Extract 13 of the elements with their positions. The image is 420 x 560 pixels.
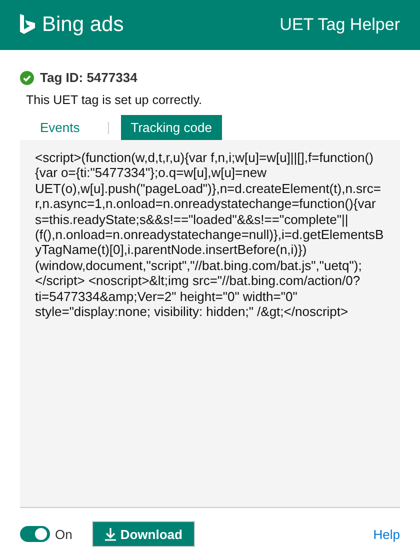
tab[interactable]: Tracking code [120, 115, 222, 140]
download-button[interactable]: Download [92, 521, 196, 547]
tag-id: Tag ID: 5477334 [40, 70, 138, 85]
bing-logo-icon [20, 14, 36, 36]
tab[interactable]: Events [30, 115, 90, 140]
help-link[interactable]: Help [373, 526, 400, 542]
logo-text: Bing ads [42, 13, 124, 37]
status-message: This UET tag is set up correctly. [26, 93, 203, 107]
toggle-label: On [55, 526, 72, 542]
tracking-code: <script>(function(w,d,t,r,u){var f,n,i;w[u]=w[u]||[],f=function(){var o={ti:"5477334"};o.q=w[u],w[u]=new UET(o),w[u].push("pageLoad")},n=d.createElement(t),n.src=r,n.async=1,n.onload=n.onreadystatechange=function(){var s=this.readyState;s&&s!=="loaded"&&s!=="complete"||(f(),n.onload=n.onreadystatechange=null)},i=d.getElementsByTagName(t)[0],i.parentNode.insertBefore(n,i)})(window,document,"script","//bat.bing.com/bat.js","uetq");</script> <noscript>&lt;img src="//bat.bing.com/action/0?ti=5477334&amp;Ver=2" height="0" width="0" style="display:none; visibility: hidden;" /&gt;</noscript> [20, 140, 400, 508]
toggle-switch[interactable] [20, 526, 50, 542]
header-title: UET Tag Helper [280, 15, 400, 35]
download-icon [105, 528, 116, 540]
